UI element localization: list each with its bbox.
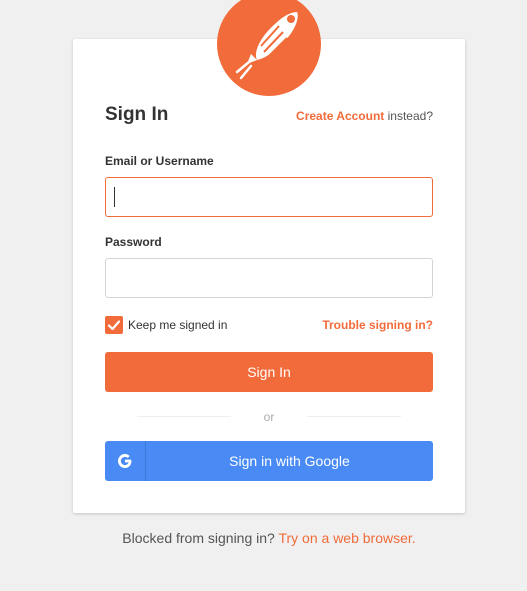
sign-in-button[interactable]: Sign In bbox=[105, 352, 433, 392]
checkmark-icon bbox=[107, 320, 121, 331]
try-web-browser-link[interactable]: Try on a web browser. bbox=[278, 530, 415, 546]
email-field[interactable] bbox=[105, 177, 433, 217]
create-account-row: Create Account instead? bbox=[296, 109, 433, 123]
create-account-suffix: instead? bbox=[387, 109, 433, 123]
page-title: Sign In bbox=[105, 104, 169, 125]
trouble-signing-in-link[interactable]: Trouble signing in? bbox=[322, 318, 433, 332]
divider-or: or bbox=[263, 410, 275, 424]
postman-rocket-icon bbox=[217, 0, 321, 96]
google-icon-container bbox=[105, 441, 146, 481]
google-sign-in-label: Sign in with Google bbox=[229, 453, 350, 469]
keep-signed-in-checkbox[interactable] bbox=[105, 316, 123, 334]
divider-line-right bbox=[307, 416, 401, 417]
keep-signed-in-label: Keep me signed in bbox=[128, 318, 228, 332]
blocked-text: Blocked from signing in? bbox=[122, 530, 275, 546]
password-label: Password bbox=[105, 235, 162, 249]
create-account-link[interactable]: Create Account bbox=[296, 109, 384, 123]
text-caret bbox=[114, 187, 115, 207]
password-field[interactable] bbox=[105, 258, 433, 298]
email-label: Email or Username bbox=[105, 154, 214, 168]
google-g-icon bbox=[118, 454, 132, 468]
google-sign-in-button[interactable]: Sign in with Google bbox=[105, 441, 433, 481]
blocked-row: Blocked from signing in? Try on a web br… bbox=[0, 530, 527, 546]
